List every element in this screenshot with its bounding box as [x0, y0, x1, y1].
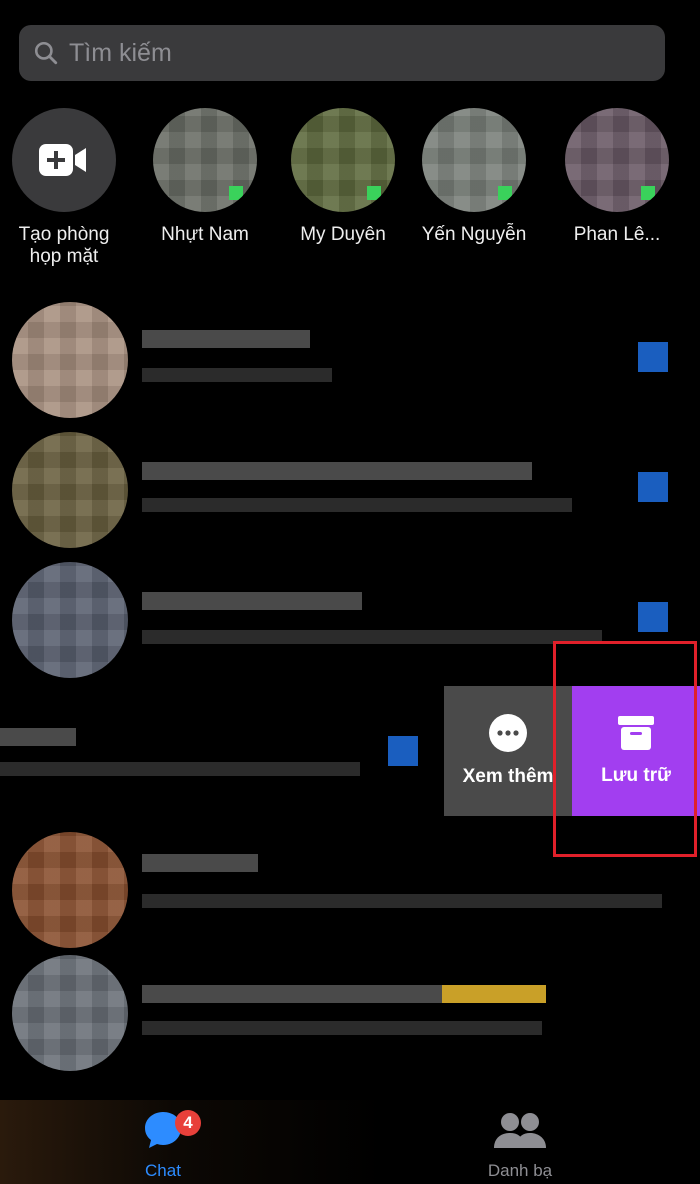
- story-label: Nhựt Nam: [161, 224, 249, 245]
- tab-chat-label: Chat: [145, 1161, 181, 1180]
- search-icon: [34, 41, 58, 65]
- tab-bar: 4 Chat Danh bạ: [0, 1100, 700, 1184]
- tab-contacts-label: Danh bạ: [487, 1161, 553, 1180]
- search-placeholder: Tìm kiếm: [69, 38, 172, 67]
- search-input[interactable]: Tìm kiếm: [19, 25, 665, 81]
- highlight-box: [553, 641, 697, 857]
- story-contact[interactable]: Nhựt Nam: [145, 108, 265, 246]
- tab-contacts[interactable]: Danh bạ: [450, 1108, 590, 1181]
- people-icon: [494, 1113, 546, 1148]
- story-label: Yến Nguyễn: [421, 224, 527, 245]
- story-label: My Duyên: [300, 224, 386, 245]
- story-contact[interactable]: Yến Nguyễn: [414, 108, 534, 246]
- create-room-button[interactable]: Tạo phòng họp mặt: [4, 108, 124, 268]
- tab-chat[interactable]: 4 Chat: [93, 1108, 233, 1181]
- unread-badge: 4: [175, 1110, 201, 1136]
- video-plus-icon: [39, 144, 86, 176]
- conversation-row[interactable]: [0, 302, 700, 432]
- more-label: Xem thêm: [462, 766, 554, 787]
- conversation-row[interactable]: [0, 955, 700, 1085]
- conversation-row[interactable]: [0, 432, 700, 562]
- more-icon: [489, 714, 527, 752]
- story-label: Phan Lê...: [573, 224, 661, 245]
- story-contact[interactable]: Phan Lê...: [557, 108, 677, 246]
- story-label: Tạo phòng họp mặt: [18, 224, 110, 267]
- active-contacts-strip: Tạo phòng họp mặt Nhựt Nam My Duyên Yến …: [0, 108, 700, 268]
- story-contact[interactable]: My Duyên: [283, 108, 403, 246]
